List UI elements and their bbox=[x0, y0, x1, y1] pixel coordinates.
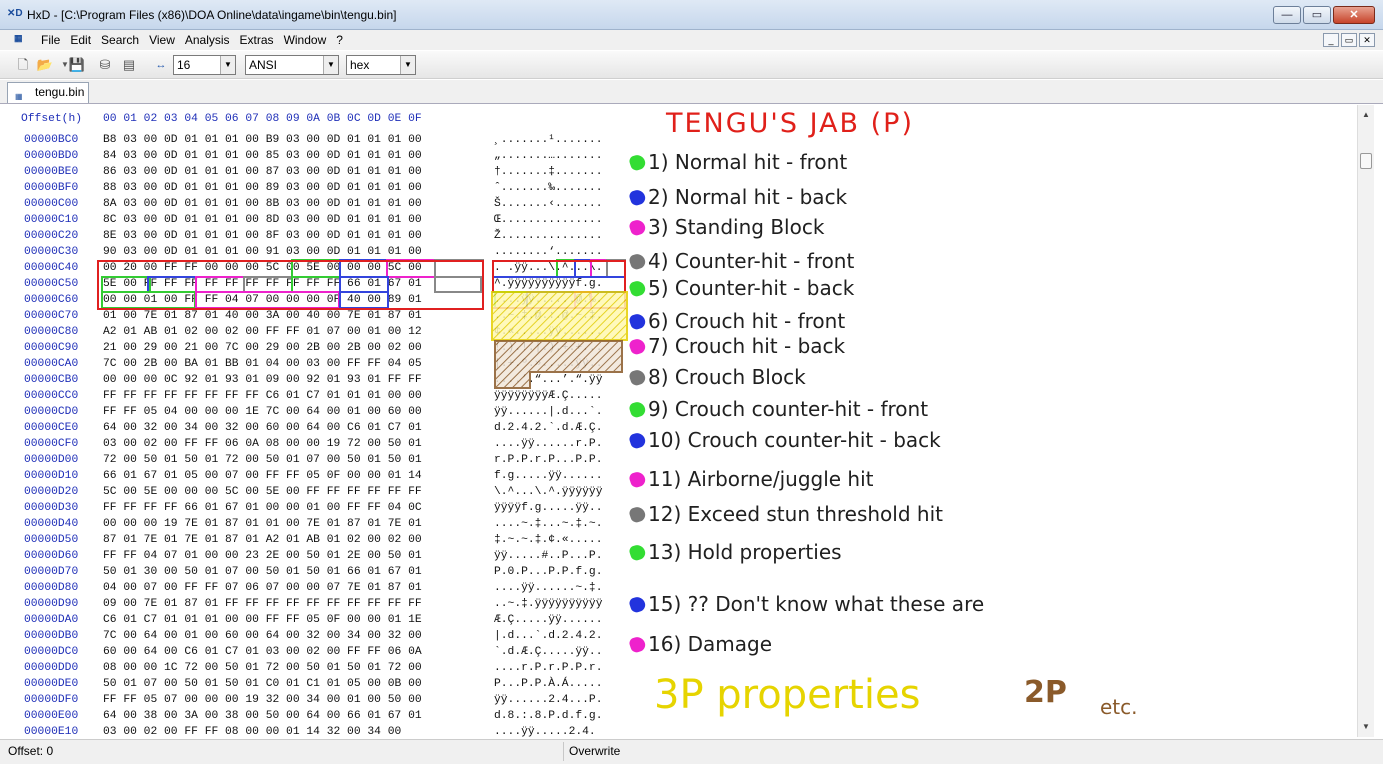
legend-item: 12) Exceed stun threshold hit bbox=[648, 502, 943, 526]
box-blue bbox=[492, 276, 626, 293]
hatch-3p bbox=[491, 291, 628, 341]
box-blue bbox=[339, 259, 388, 278]
vertical-scrollbar[interactable]: ▲ ▼ bbox=[1357, 105, 1374, 737]
status-offset: Offset: 0 bbox=[8, 744, 54, 758]
legend-item: 8) Crouch Block bbox=[648, 365, 806, 389]
box-green bbox=[291, 276, 341, 293]
scroll-thumb[interactable] bbox=[1360, 153, 1372, 169]
hatch-2p bbox=[494, 340, 623, 389]
legend-item: 13) Hold properties bbox=[648, 540, 842, 564]
box-gray bbox=[434, 259, 484, 278]
box-green bbox=[291, 259, 341, 278]
annotation-title-text: TENGU'S JAB (P) bbox=[666, 108, 914, 139]
box-gray bbox=[606, 259, 626, 278]
legend-item: 15) ?? Don't know what these are bbox=[648, 592, 985, 616]
legend-item: 1) Normal hit - front bbox=[648, 150, 848, 174]
box-blue bbox=[574, 259, 592, 278]
box-pink bbox=[195, 291, 340, 309]
legend-item: 3) Standing Block bbox=[648, 215, 825, 239]
legend-item: 5) Counter-hit - back bbox=[648, 276, 855, 300]
annotation-title: TENGU'S JAB (P) bbox=[666, 108, 914, 139]
box-gray bbox=[243, 276, 293, 293]
annotation-etc: etc. bbox=[1100, 695, 1138, 719]
legend-item: 7) Crouch hit - back bbox=[648, 334, 846, 358]
legend-item: 10) Crouch counter-hit - back bbox=[648, 428, 941, 452]
box-pink bbox=[590, 259, 608, 278]
box-green bbox=[556, 259, 576, 278]
status-mode: Overwrite bbox=[569, 744, 621, 758]
annotation-etc-text: etc. bbox=[1100, 695, 1138, 719]
legend-item: 6) Crouch hit - front bbox=[648, 309, 846, 333]
box-pink bbox=[195, 276, 245, 293]
annotation-3p: 3P properties bbox=[654, 672, 920, 718]
legend-item: 9) Crouch counter-hit - front bbox=[648, 397, 929, 421]
scroll-up-icon[interactable]: ▲ bbox=[1358, 107, 1374, 123]
annotation-2p-text: 2P bbox=[1024, 675, 1067, 710]
box-red bbox=[97, 260, 484, 310]
scroll-down-icon[interactable]: ▼ bbox=[1358, 719, 1374, 735]
box-green bbox=[101, 276, 151, 293]
annotation-3p-text: 3P properties bbox=[654, 672, 921, 718]
annotation-2p: 2P bbox=[1024, 675, 1067, 710]
legend-item: 16) Damage bbox=[648, 632, 773, 656]
box-gray bbox=[434, 276, 482, 293]
legend-item: 2) Normal hit - back bbox=[648, 185, 848, 209]
box-blue bbox=[147, 276, 197, 293]
legend-item: 11) Airborne/juggle hit bbox=[648, 467, 874, 491]
box-blue bbox=[339, 291, 389, 309]
box-pink bbox=[386, 259, 436, 278]
status-divider bbox=[563, 742, 564, 761]
status-bar: Offset: 0 Overwrite bbox=[0, 739, 1383, 764]
legend-item: 4) Counter-hit - front bbox=[648, 249, 855, 273]
box-blue bbox=[339, 276, 389, 293]
box-green bbox=[101, 291, 196, 309]
